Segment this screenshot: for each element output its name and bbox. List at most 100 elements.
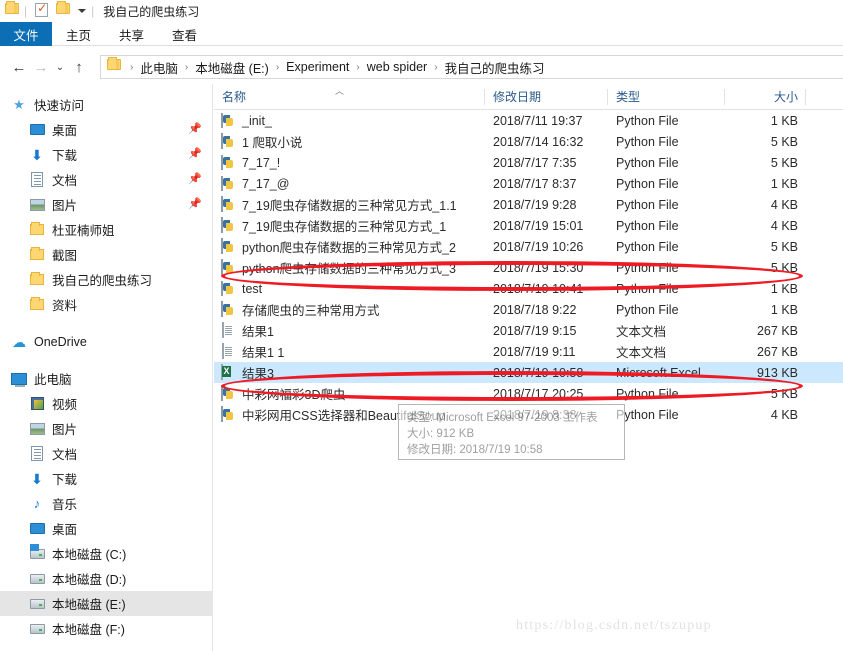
file-type-cell: Python File [616, 218, 679, 233]
file-type-cell: Python File [616, 155, 679, 170]
title-bar: | | 我自己的爬虫练习 [0, 0, 843, 22]
pin-icon[interactable]: 📌 [188, 174, 202, 185]
sidebar-item-music[interactable]: ♪ 音乐 [0, 491, 212, 516]
file-date-cell: 2018/7/19 9:28 [493, 197, 577, 212]
sidebar-item-pictures-pc[interactable]: 图片 [0, 416, 212, 441]
table-row-selected[interactable]: 结果3 2018/7/19 10:58 Microsoft Excel ... … [214, 362, 843, 383]
sidebar-item-materials[interactable]: 资料 [0, 292, 212, 317]
file-size-cell: 5 KB [770, 386, 798, 401]
sidebar-group-quick-access[interactable]: ★ 快速访问 [0, 92, 212, 117]
back-button[interactable]: ← [8, 56, 30, 78]
file-size-cell: 267 KB [756, 344, 798, 359]
sidebar-item-local-disk-f[interactable]: 本地磁盘 (F:) [0, 616, 212, 641]
breadcrumb-item-current-folder[interactable]: 我自己的爬虫练习 [442, 58, 548, 77]
file-name-cell: 结果1 1 [214, 342, 485, 361]
sidebar-item-desktop-pc[interactable]: 桌面 [0, 516, 212, 541]
download-icon: ⬇ [31, 470, 43, 487]
sidebar-item-documents[interactable]: 文档 📌 [0, 167, 212, 192]
table-row[interactable]: test 2018/7/19 10:41 Python File 1 KB [214, 278, 843, 299]
tab-file[interactable]: 文件 [0, 22, 52, 46]
table-row[interactable]: 结果1 1 2018/7/19 9:11 文本文档 267 KB [214, 341, 843, 362]
sidebar-item-local-disk-d[interactable]: 本地磁盘 (D:) [0, 566, 212, 591]
file-date-cell: 2018/7/19 15:01 [493, 218, 584, 233]
breadcrumb-item-experiment[interactable]: Experiment [283, 60, 352, 74]
pictures-icon [28, 420, 46, 438]
table-row[interactable]: 存储爬虫的三种常用方式 2018/7/18 9:22 Python File 1… [214, 299, 843, 320]
address-bar[interactable]: › 此电脑 › 本地磁盘 (E:) › Experiment › web spi… [100, 55, 843, 79]
table-row[interactable]: 结果1 2018/7/19 9:15 文本文档 267 KB [214, 320, 843, 341]
breadcrumb-item-local-disk-e[interactable]: 本地磁盘 (E:) [192, 58, 272, 77]
breadcrumb-separator: › [184, 61, 189, 73]
sidebar-label: 图片 [52, 423, 78, 437]
file-size-cell: 5 KB [770, 260, 798, 275]
file-rows: _init_ 2018/7/11 19:37 Python File 1 KB … [214, 110, 843, 425]
sidebar-item-documents-pc[interactable]: 文档 [0, 441, 212, 466]
file-size-cell: 5 KB [770, 239, 798, 254]
tab-share[interactable]: 共享 [105, 22, 158, 46]
pin-icon[interactable]: 📌 [188, 149, 202, 160]
file-name-cell: _init_ [214, 112, 485, 129]
sidebar-item-my-spider-practice[interactable]: 我自己的爬虫练习 [0, 267, 212, 292]
sidebar-item-local-disk-e[interactable]: 本地磁盘 (E:) [0, 591, 212, 616]
properties-icon[interactable] [35, 1, 51, 19]
table-row[interactable]: 7_19爬虫存储数据的三种常见方式_1.1 2018/7/19 9:28 Pyt… [214, 194, 843, 215]
tab-view[interactable]: 查看 [158, 22, 211, 46]
pictures-icon [28, 196, 46, 214]
sidebar-item-pictures[interactable]: 图片 📌 [0, 192, 212, 217]
folder-icon[interactable] [5, 1, 21, 19]
table-row[interactable]: 7_17_@ 2018/7/17 8:37 Python File 1 KB [214, 173, 843, 194]
folder-icon [28, 271, 46, 289]
column-header-size[interactable]: 大小 [725, 84, 806, 110]
file-name-cell: 7_17_! [214, 154, 485, 171]
column-header-type[interactable]: 类型 [608, 84, 725, 110]
table-row[interactable]: 1 爬取小说 2018/7/14 16:32 Python File 5 KB [214, 131, 843, 152]
table-row[interactable]: 7_17_! 2018/7/17 7:35 Python File 5 KB [214, 152, 843, 173]
table-row[interactable]: 7_19爬虫存储数据的三种常见方式_1 2018/7/19 15:01 Pyth… [214, 215, 843, 236]
file-size-cell: 4 KB [770, 197, 798, 212]
file-name-cell: python爬虫存储数据的三种常见方式_2 [214, 237, 485, 256]
sidebar-item-downloads[interactable]: ⬇ 下载 📌 [0, 142, 212, 167]
new-folder-icon[interactable] [56, 1, 72, 19]
tab-home[interactable]: 主页 [52, 22, 105, 46]
pin-icon[interactable]: 📌 [188, 199, 202, 210]
table-row[interactable]: python爬虫存储数据的三种常见方式_2 2018/7/19 10:26 Py… [214, 236, 843, 257]
sidebar-item-downloads-pc[interactable]: ⬇ 下载 [0, 466, 212, 491]
sidebar-item-duyanan[interactable]: 杜亚楠师姐 [0, 217, 212, 242]
file-size-cell: 4 KB [770, 407, 798, 422]
sidebar-group-onedrive[interactable]: ☁ OneDrive [0, 329, 212, 354]
windows-drive-icon [28, 543, 46, 563]
file-tooltip: 类型: Microsoft Excel 97-2003 工作表 大小: 912 … [398, 404, 625, 460]
customize-caret-icon[interactable] [78, 9, 87, 13]
folder-icon [28, 221, 46, 239]
column-header-name[interactable]: 名称 ︿ [214, 84, 485, 110]
excel-file-icon [220, 363, 236, 381]
breadcrumb-separator: › [130, 61, 134, 73]
sidebar-item-screenshots[interactable]: 截图 [0, 242, 212, 267]
file-name-cell: python爬虫存储数据的三种常见方式_3 [214, 258, 485, 277]
python-file-icon [220, 300, 236, 318]
forward-button[interactable]: → [30, 56, 52, 78]
folder-icon [28, 246, 46, 264]
file-type-cell: 文本文档 [616, 325, 667, 339]
text-file-icon [220, 321, 236, 339]
file-list-pane: 名称 ︿ 修改日期 类型 大小 _init_ 2018/7/11 19:37 P… [214, 84, 843, 651]
python-file-icon [220, 175, 236, 192]
breadcrumb-item-web-spider[interactable]: web spider [364, 60, 430, 74]
column-header-date-modified[interactable]: 修改日期 [485, 84, 608, 110]
file-date-cell: 2018/7/19 15:30 [493, 260, 584, 275]
up-button[interactable]: ↑ [68, 56, 90, 78]
table-row[interactable]: 中彩网福彩3D爬虫 2018/7/17 20:25 Python File 5 … [214, 383, 843, 404]
sidebar-item-local-disk-c[interactable]: 本地磁盘 (C:) [0, 541, 212, 566]
watermark-text: https://blog.csdn.net/tszupup [516, 618, 712, 633]
file-size-cell: 1 KB [770, 281, 798, 296]
breadcrumb-item-this-pc[interactable]: 此电脑 [137, 58, 181, 77]
table-row[interactable]: _init_ 2018/7/11 19:37 Python File 1 KB [214, 110, 843, 131]
table-row-highlighted[interactable]: python爬虫存储数据的三种常见方式_3 2018/7/19 15:30 Py… [214, 257, 843, 278]
sidebar-label: 音乐 [52, 498, 78, 512]
sidebar-group-this-pc[interactable]: 此电脑 [0, 366, 212, 391]
pin-icon[interactable]: 📌 [188, 124, 202, 135]
sidebar-item-desktop[interactable]: 桌面 📌 [0, 117, 212, 142]
videos-icon [28, 395, 46, 413]
sidebar-item-videos[interactable]: 视频 [0, 391, 212, 416]
recent-locations-button[interactable]: ⌄ [52, 56, 68, 78]
